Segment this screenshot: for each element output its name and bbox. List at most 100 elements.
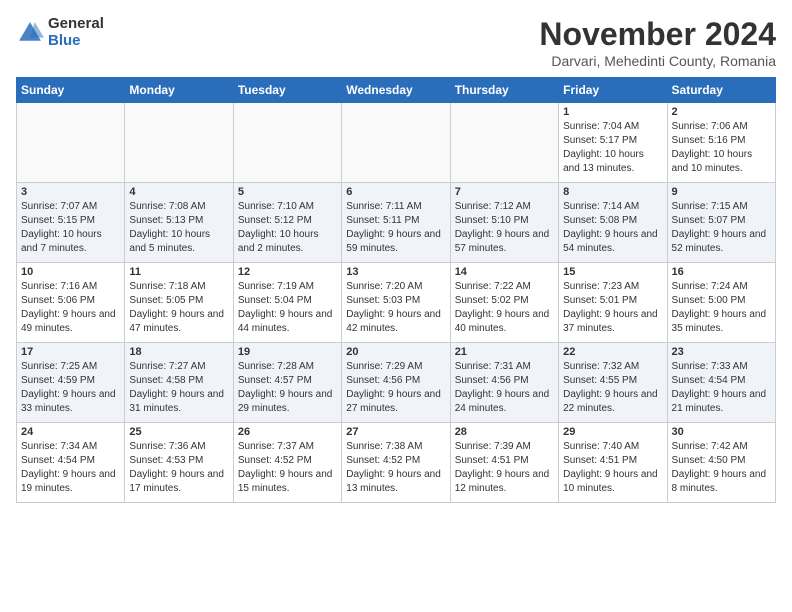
day-info: Sunrise: 7:38 AMSunset: 4:52 PMDaylight:… xyxy=(346,440,445,496)
day-info: Sunrise: 7:40 AMSunset: 4:51 PMDaylight:… xyxy=(563,440,662,496)
day-number: 20 xyxy=(346,346,445,358)
day-info: Sunrise: 7:27 AMSunset: 4:58 PMDaylight:… xyxy=(129,360,228,416)
day-info: Sunrise: 7:31 AMSunset: 4:56 PMDaylight:… xyxy=(455,360,554,416)
col-tuesday: Tuesday xyxy=(233,78,341,103)
day-info: Sunrise: 7:34 AMSunset: 4:54 PMDaylight:… xyxy=(21,440,120,496)
day-number: 18 xyxy=(129,346,228,358)
calendar-cell: 6Sunrise: 7:11 AMSunset: 5:11 PMDaylight… xyxy=(342,183,450,263)
day-number: 17 xyxy=(21,346,120,358)
day-number: 13 xyxy=(346,266,445,278)
day-number: 30 xyxy=(672,426,771,438)
day-number: 29 xyxy=(563,426,662,438)
calendar-cell xyxy=(125,103,233,183)
calendar-cell xyxy=(450,103,558,183)
day-info: Sunrise: 7:37 AMSunset: 4:52 PMDaylight:… xyxy=(238,440,337,496)
calendar-cell: 29 Sunrise: 7:40 AMSunset: 4:51 PMDayligh… xyxy=(559,423,667,503)
day-info: Sunrise: 7:23 AMSunset: 5:01 PMDaylight:… xyxy=(563,280,662,336)
day-number: 10 xyxy=(21,266,120,278)
col-monday: Monday xyxy=(125,78,233,103)
day-info: Sunrise: 7:32 AMSunset: 4:55 PMDaylight:… xyxy=(563,360,662,416)
calendar-cell: 25 Sunrise: 7:36 AMSunset: 4:53 PMDayligh… xyxy=(125,423,233,503)
logo: General Blue xyxy=(16,16,104,49)
calendar-cell: 11 Sunrise: 7:18 AMSunset: 5:05 PMDayligh… xyxy=(125,263,233,343)
day-info: Sunrise: 7:28 AMSunset: 4:57 PMDaylight:… xyxy=(238,360,337,416)
day-number: 11 xyxy=(129,266,228,278)
calendar-cell: 18 Sunrise: 7:27 AMSunset: 4:58 PMDayligh… xyxy=(125,343,233,423)
calendar-header: Sunday Monday Tuesday Wednesday Thursday… xyxy=(17,78,776,103)
day-number: 8 xyxy=(563,186,662,198)
day-number: 9 xyxy=(672,186,771,198)
day-number: 3 xyxy=(21,186,120,198)
day-number: 25 xyxy=(129,426,228,438)
calendar-week-2: 3 Sunrise: 7:07 AMSunset: 5:15 PMDaylight… xyxy=(17,183,776,263)
day-number: 23 xyxy=(672,346,771,358)
calendar-cell: 8 Sunrise: 7:14 AMSunset: 5:08 PMDaylight… xyxy=(559,183,667,263)
day-info: Sunrise: 7:22 AMSunset: 5:02 PMDaylight:… xyxy=(455,280,554,336)
calendar-cell: 20 Sunrise: 7:29 AMSunset: 4:56 PMDayligh… xyxy=(342,343,450,423)
day-info: Sunrise: 7:16 AMSunset: 5:06 PMDaylight:… xyxy=(21,280,120,336)
day-info: Sunrise: 7:14 AMSunset: 5:08 PMDaylight:… xyxy=(563,200,662,256)
calendar-cell xyxy=(342,103,450,183)
calendar-cell: 26 Sunrise: 7:37 AMSunset: 4:52 PMDayligh… xyxy=(233,423,341,503)
col-thursday: Thursday xyxy=(450,78,558,103)
day-number: 26 xyxy=(238,426,337,438)
location: Darvari, Mehedinti County, Romania xyxy=(539,53,776,69)
calendar-cell: 27 Sunrise: 7:38 AMSunset: 4:52 PMDayligh… xyxy=(342,423,450,503)
day-info: Sunrise: 7:20 AMSunset: 5:03 PMDaylight:… xyxy=(346,280,445,336)
day-info: Sunrise: 7:29 AMSunset: 4:56 PMDaylight:… xyxy=(346,360,445,416)
calendar-cell xyxy=(17,103,125,183)
calendar-cell: 1Sunrise: 7:04 AMSunset: 5:17 PMDaylight… xyxy=(559,103,667,183)
calendar-cell: 2Sunrise: 7:06 AMSunset: 5:16 PMDaylight… xyxy=(667,103,775,183)
title-block: November 2024 Darvari, Mehedinti County,… xyxy=(539,16,776,69)
calendar-cell: 21Sunrise: 7:31 AMSunset: 4:56 PMDayligh… xyxy=(450,343,558,423)
calendar-cell: 17Sunrise: 7:25 AMSunset: 4:59 PMDayligh… xyxy=(17,343,125,423)
col-saturday: Saturday xyxy=(667,78,775,103)
calendar-cell: 3 Sunrise: 7:07 AMSunset: 5:15 PMDaylight… xyxy=(17,183,125,263)
header-row: Sunday Monday Tuesday Wednesday Thursday… xyxy=(17,78,776,103)
day-number: 7 xyxy=(455,186,554,198)
day-info: Sunrise: 7:24 AMSunset: 5:00 PMDaylight:… xyxy=(672,280,771,336)
day-number: 27 xyxy=(346,426,445,438)
calendar-week-5: 24 Sunrise: 7:34 AMSunset: 4:54 PMDayligh… xyxy=(17,423,776,503)
calendar-cell: 22 Sunrise: 7:32 AMSunset: 4:55 PMDayligh… xyxy=(559,343,667,423)
month-title: November 2024 xyxy=(539,16,776,53)
day-info: Sunrise: 7:10 AMSunset: 5:12 PMDaylight:… xyxy=(238,200,337,256)
col-sunday: Sunday xyxy=(17,78,125,103)
day-info: Sunrise: 7:19 AMSunset: 5:04 PMDaylight:… xyxy=(238,280,337,336)
day-info: Sunrise: 7:04 AMSunset: 5:17 PMDaylight:… xyxy=(563,120,662,176)
day-number: 24 xyxy=(21,426,120,438)
day-info: Sunrise: 7:08 AMSunset: 5:13 PMDaylight:… xyxy=(129,200,228,256)
day-number: 15 xyxy=(563,266,662,278)
day-number: 4 xyxy=(129,186,228,198)
day-info: Sunrise: 7:36 AMSunset: 4:53 PMDaylight:… xyxy=(129,440,228,496)
day-number: 16 xyxy=(672,266,771,278)
day-info: Sunrise: 7:06 AMSunset: 5:16 PMDaylight:… xyxy=(672,120,771,176)
day-info: Sunrise: 7:33 AMSunset: 4:54 PMDaylight:… xyxy=(672,360,771,416)
calendar-cell: 10 Sunrise: 7:16 AMSunset: 5:06 PMDayligh… xyxy=(17,263,125,343)
calendar-cell: 19Sunrise: 7:28 AMSunset: 4:57 PMDayligh… xyxy=(233,343,341,423)
day-info: Sunrise: 7:42 AMSunset: 4:50 PMDaylight:… xyxy=(672,440,771,496)
calendar-cell: 13 Sunrise: 7:20 AMSunset: 5:03 PMDayligh… xyxy=(342,263,450,343)
day-number: 14 xyxy=(455,266,554,278)
day-number: 22 xyxy=(563,346,662,358)
calendar-cell: 23 Sunrise: 7:33 AMSunset: 4:54 PMDayligh… xyxy=(667,343,775,423)
day-info: Sunrise: 7:12 AMSunset: 5:10 PMDaylight:… xyxy=(455,200,554,256)
logo-blue: Blue xyxy=(48,33,104,50)
col-wednesday: Wednesday xyxy=(342,78,450,103)
logo-general: General xyxy=(48,16,104,33)
calendar-week-3: 10 Sunrise: 7:16 AMSunset: 5:06 PMDayligh… xyxy=(17,263,776,343)
page-header: General Blue November 2024 Darvari, Mehe… xyxy=(16,16,776,69)
calendar-cell: 12Sunrise: 7:19 AMSunset: 5:04 PMDayligh… xyxy=(233,263,341,343)
logo-icon xyxy=(16,19,44,47)
day-info: Sunrise: 7:07 AMSunset: 5:15 PMDaylight:… xyxy=(21,200,120,256)
calendar-table: Sunday Monday Tuesday Wednesday Thursday… xyxy=(16,77,776,503)
day-info: Sunrise: 7:18 AMSunset: 5:05 PMDaylight:… xyxy=(129,280,228,336)
calendar-week-1: 1Sunrise: 7:04 AMSunset: 5:17 PMDaylight… xyxy=(17,103,776,183)
logo-text: General Blue xyxy=(48,16,104,49)
day-number: 28 xyxy=(455,426,554,438)
calendar-cell: 7 Sunrise: 7:12 AMSunset: 5:10 PMDaylight… xyxy=(450,183,558,263)
day-number: 6 xyxy=(346,186,445,198)
calendar-cell: 9Sunrise: 7:15 AMSunset: 5:07 PMDaylight… xyxy=(667,183,775,263)
calendar-cell: 4 Sunrise: 7:08 AMSunset: 5:13 PMDaylight… xyxy=(125,183,233,263)
calendar-cell: 14 Sunrise: 7:22 AMSunset: 5:02 PMDayligh… xyxy=(450,263,558,343)
